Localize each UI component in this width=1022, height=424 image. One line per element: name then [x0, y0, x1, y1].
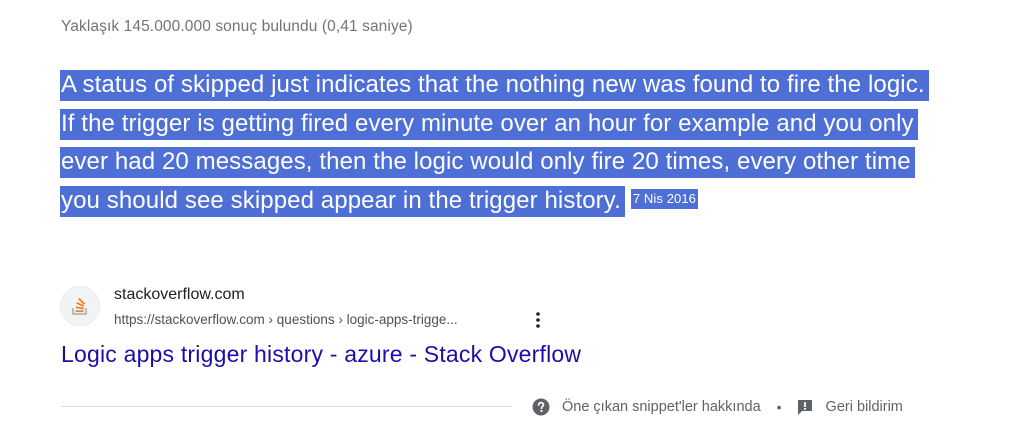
help-circle-icon	[532, 398, 550, 416]
feedback-link[interactable]: Geri bildirim	[796, 398, 903, 416]
feedback-icon	[796, 398, 814, 416]
result-stats: Yaklaşık 145.000.000 sonuç bulundu (0,41…	[61, 18, 413, 35]
source-url[interactable]: https://stackoverflow.com › questions › …	[114, 312, 458, 327]
source-site-name[interactable]: stackoverflow.com	[114, 286, 245, 304]
featured-snippet: A status of skipped just indicates that …	[60, 66, 940, 221]
snippet-date: 7 Nis 2016	[630, 189, 699, 210]
more-vert-icon[interactable]	[530, 309, 546, 331]
source-citation[interactable]: stackoverflow.com https://stackoverflow.…	[60, 284, 620, 330]
feedback-label: Geri bildirim	[825, 399, 903, 415]
about-snippets-link[interactable]: Öne çıkan snippet'ler hakkında	[532, 398, 761, 416]
divider	[61, 406, 511, 407]
footer-separator: •	[776, 399, 782, 415]
about-snippets-label: Öne çıkan snippet'ler hakkında	[562, 399, 761, 415]
snippet-footer: Öne çıkan snippet'ler hakkında • Geri bi…	[532, 396, 903, 418]
result-title-link[interactable]: Logic apps trigger history - azure - Sta…	[61, 341, 581, 368]
featured-snippet-text: A status of skipped just indicates that …	[60, 70, 929, 217]
stackoverflow-icon	[60, 286, 100, 326]
